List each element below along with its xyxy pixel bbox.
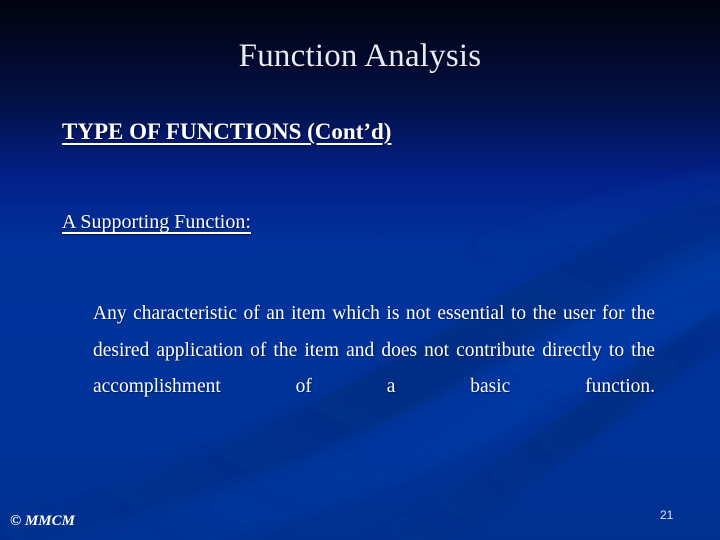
background-swoosh-decoration — [0, 167, 720, 540]
section-heading: TYPE OF FUNCTIONS (Cont’d) — [62, 119, 392, 144]
slide-number: 21 — [660, 508, 674, 522]
sub-heading: A Supporting Function: — [62, 211, 251, 233]
body-paragraph: Any characteristic of an item which is n… — [93, 303, 655, 397]
page-title: Function Analysis — [238, 38, 482, 74]
presentation-slide: Function Analysis TYPE OF FUNCTIONS (Con… — [0, 0, 720, 540]
footer-copyright: © MMCM — [10, 513, 75, 529]
